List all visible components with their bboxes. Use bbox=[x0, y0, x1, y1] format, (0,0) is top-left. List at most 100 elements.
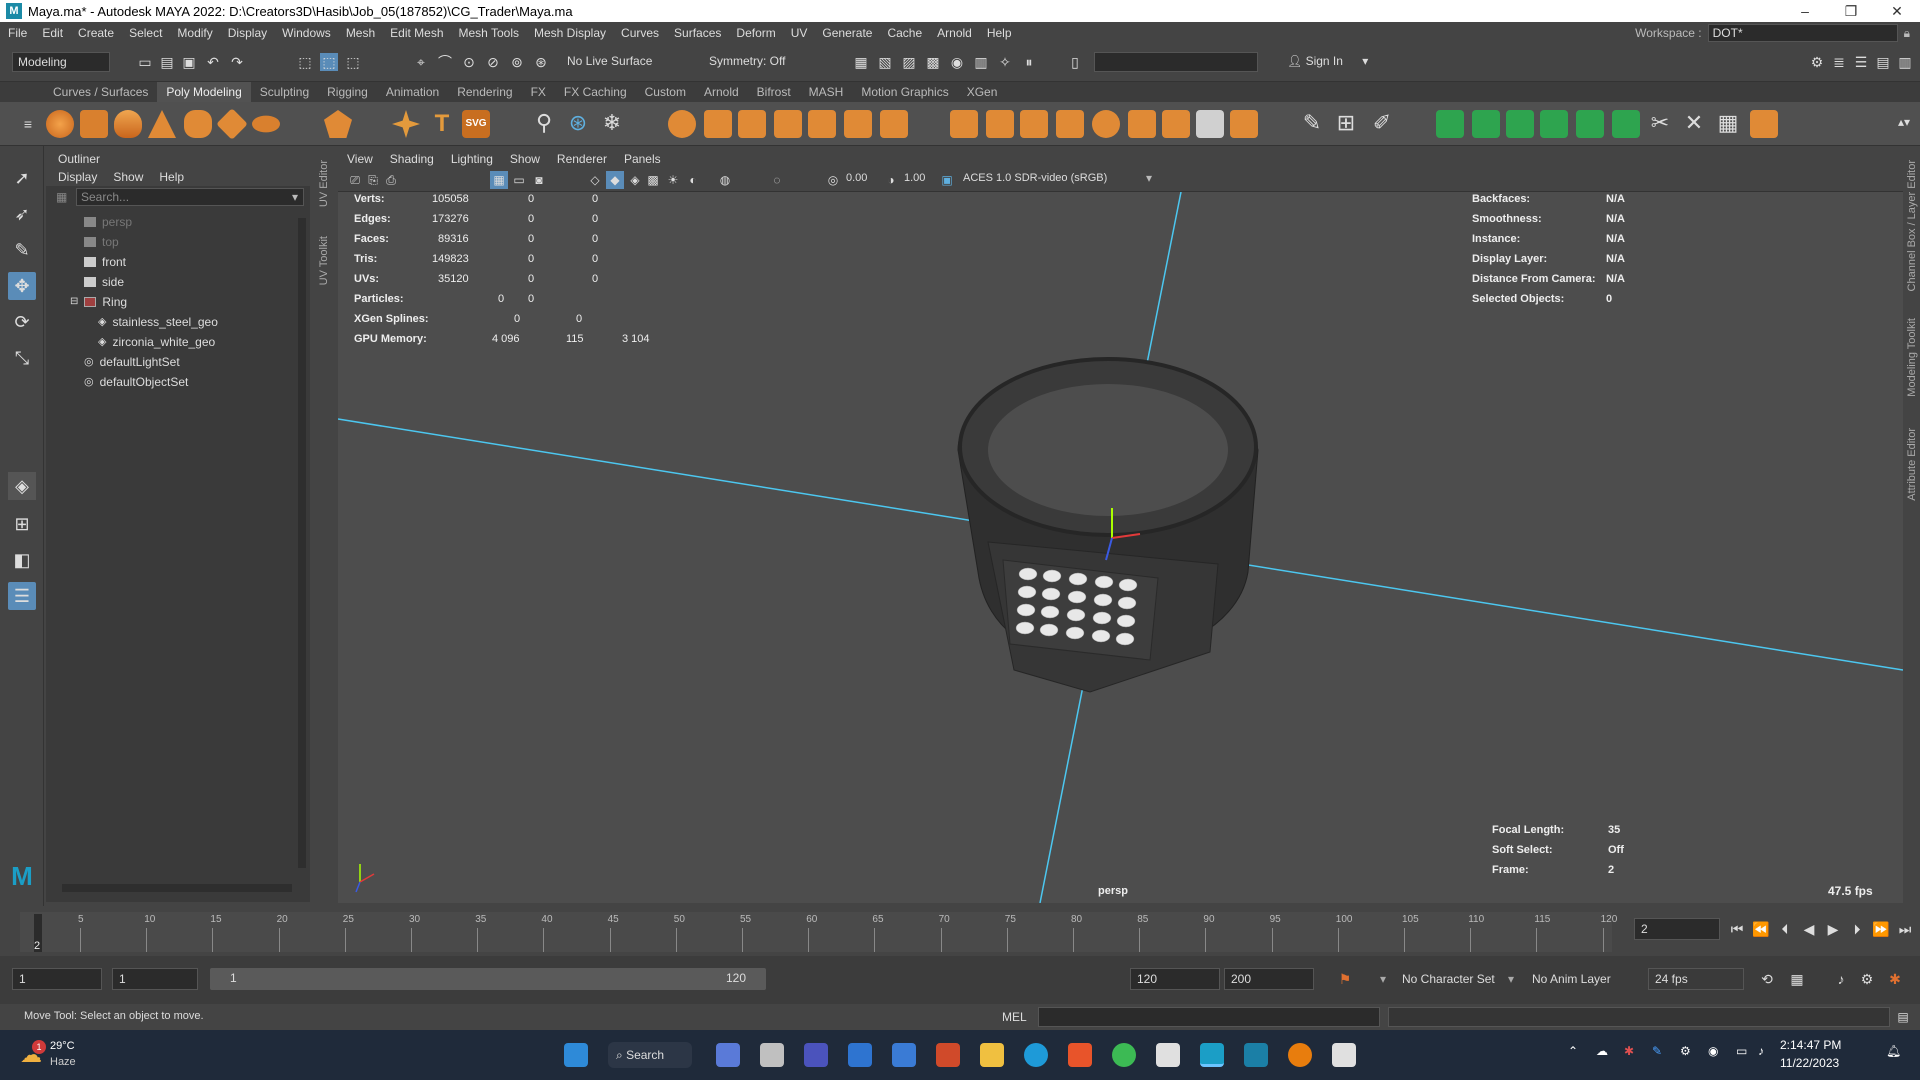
xray-icon[interactable]: ◌ bbox=[768, 171, 786, 189]
bevel-icon[interactable] bbox=[1020, 110, 1048, 138]
step-forward-frame-icon[interactable]: ⏵ bbox=[1848, 920, 1866, 938]
color-space-dropdown[interactable]: ACES 1.0 SDR-video (sRGB) bbox=[958, 170, 1158, 188]
maya-taskbar-icon[interactable] bbox=[1200, 1043, 1224, 1067]
single-view-icon[interactable]: ◈ bbox=[8, 472, 36, 500]
step-forward-key-icon[interactable]: ⏩ bbox=[1872, 920, 1890, 938]
multi-cut-icon[interactable]: ✎ bbox=[1298, 110, 1326, 138]
script-language-label[interactable]: MEL bbox=[1002, 1010, 1027, 1024]
outliner-item-front[interactable]: front bbox=[84, 252, 126, 272]
uv-layout-icon[interactable] bbox=[1750, 110, 1778, 138]
render-setup-icon[interactable]: ▥ bbox=[972, 53, 990, 71]
workspace-dropdown[interactable]: DOT* bbox=[1707, 24, 1898, 42]
zbrush-icon[interactable] bbox=[1156, 1043, 1180, 1067]
menu-arnold[interactable]: Arnold bbox=[937, 26, 972, 40]
layer-editor-icon[interactable]: ▥ bbox=[1896, 53, 1914, 71]
bookmark-icon[interactable]: ⎙ bbox=[382, 171, 400, 189]
weather-desc[interactable]: Haze bbox=[50, 1056, 76, 1068]
poly-cube-icon[interactable] bbox=[80, 110, 108, 138]
render-view-icon[interactable]: ▦ bbox=[852, 53, 870, 71]
extrude-icon[interactable] bbox=[950, 110, 978, 138]
snap-grid-icon[interactable]: ⌖ bbox=[412, 53, 430, 71]
attribute-editor-tab[interactable]: Attribute Editor bbox=[1906, 428, 1918, 501]
outliner-layout-icon[interactable]: ☰ bbox=[8, 582, 36, 610]
brave-icon[interactable] bbox=[1068, 1043, 1092, 1067]
cache-playback-icon[interactable]: ▦ bbox=[1788, 970, 1806, 988]
menu-file[interactable]: File bbox=[8, 26, 27, 40]
viewport-menu-shading[interactable]: Shading bbox=[390, 150, 434, 168]
modeling-toolkit-icon[interactable]: ⚙ bbox=[1808, 53, 1826, 71]
shelf-tab-curves-surfaces[interactable]: Curves / Surfaces bbox=[44, 82, 157, 102]
poly-disc-icon[interactable] bbox=[252, 115, 280, 133]
menu-cache[interactable]: Cache bbox=[887, 26, 922, 40]
chevron-down-icon[interactable]: ▾ bbox=[1146, 171, 1152, 185]
mirror-geometry-icon[interactable] bbox=[844, 110, 872, 138]
maximize-button[interactable]: ❐ bbox=[1828, 0, 1874, 22]
menu-display[interactable]: Display bbox=[228, 26, 267, 40]
symmetry-dropdown[interactable]: Symmetry: Off bbox=[704, 52, 802, 72]
task-view-icon[interactable] bbox=[760, 1043, 784, 1067]
light-editor-icon[interactable]: ✧ bbox=[996, 53, 1014, 71]
outliner-item-side[interactable]: side bbox=[84, 272, 124, 292]
select-object-icon[interactable]: ⬚ bbox=[320, 53, 338, 71]
paint-select-icon[interactable]: ✎ bbox=[8, 236, 36, 264]
smooth-icon[interactable] bbox=[774, 110, 802, 138]
unfold-icon[interactable] bbox=[1612, 110, 1640, 138]
outliner-menu-help[interactable]: Help bbox=[159, 168, 184, 186]
shelf-tab-sculpting[interactable]: Sculpting bbox=[251, 82, 318, 102]
sound-icon[interactable]: ♪ bbox=[1832, 970, 1850, 988]
script-editor-icon[interactable]: ▤ bbox=[1894, 1008, 1912, 1026]
character-set-chevron-icon[interactable]: ▾ bbox=[1380, 972, 1386, 986]
select-camera-icon[interactable]: ⎚ bbox=[346, 171, 364, 189]
menu-modify[interactable]: Modify bbox=[177, 26, 212, 40]
menu-deform[interactable]: Deform bbox=[736, 26, 775, 40]
isolate-select-icon[interactable]: ◍ bbox=[716, 171, 734, 189]
extract-icon[interactable] bbox=[738, 110, 766, 138]
snap-plane-icon[interactable]: ⊘ bbox=[484, 53, 502, 71]
playback-start-field[interactable]: 1 bbox=[112, 968, 198, 990]
store-icon[interactable] bbox=[892, 1043, 916, 1067]
go-to-end-icon[interactable]: ⏭ bbox=[1896, 920, 1914, 938]
shelf-tab-rigging[interactable]: Rigging bbox=[318, 82, 377, 102]
shelf-tab-poly-modeling[interactable]: Poly Modeling bbox=[157, 82, 251, 102]
edge-icon[interactable] bbox=[1024, 1043, 1048, 1067]
wireframe-icon[interactable]: ◇ bbox=[586, 171, 604, 189]
live-surface-field[interactable]: No Live Surface bbox=[562, 52, 662, 72]
collapse-icon[interactable] bbox=[1162, 110, 1190, 138]
outliner-menu-show[interactable]: Show bbox=[113, 168, 143, 186]
camera-attributes-icon[interactable]: ⎘ bbox=[364, 171, 382, 189]
minimize-button[interactable]: – bbox=[1782, 0, 1828, 22]
snap-surface-icon[interactable]: ⊚ bbox=[508, 53, 526, 71]
menu-help[interactable]: Help bbox=[987, 26, 1012, 40]
outliner-item-persp[interactable]: persp bbox=[84, 212, 132, 232]
office-icon[interactable] bbox=[936, 1043, 960, 1067]
mail-icon[interactable] bbox=[848, 1043, 872, 1067]
sign-in-dropdown[interactable]: 👤︎ Sign In ▾ bbox=[1282, 52, 1402, 72]
shelf-tab-mash[interactable]: MASH bbox=[800, 82, 853, 102]
shelf-tab-motion-graphics[interactable]: Motion Graphics bbox=[852, 82, 957, 102]
range-slider[interactable]: 1 120 bbox=[210, 968, 766, 990]
fill-hole-icon[interactable] bbox=[1092, 110, 1120, 138]
new-scene-icon[interactable]: ▭ bbox=[136, 53, 154, 71]
shelf-tab-fx-caching[interactable]: FX Caching bbox=[555, 82, 636, 102]
poly-cone-icon[interactable] bbox=[148, 110, 176, 138]
menu-generate[interactable]: Generate bbox=[822, 26, 872, 40]
spherical-uv-icon[interactable] bbox=[1506, 110, 1534, 138]
shelf-tab-arnold[interactable]: Arnold bbox=[695, 82, 748, 102]
save-scene-icon[interactable]: ▣ bbox=[180, 53, 198, 71]
mode-dropdown[interactable]: Modeling bbox=[12, 52, 110, 72]
four-view-icon[interactable]: ⊞ bbox=[8, 510, 36, 538]
rotate-tool-icon[interactable]: ⟳ bbox=[8, 308, 36, 336]
outliner-item-ring[interactable]: ⊟ Ring bbox=[70, 292, 127, 312]
outliner-search-input[interactable]: Search... bbox=[76, 188, 304, 206]
playback-end-field[interactable]: 120 bbox=[1130, 968, 1220, 990]
weather-temp[interactable]: 29°C bbox=[50, 1040, 75, 1052]
gamma-icon[interactable]: ◑ bbox=[882, 171, 900, 189]
combine-icon[interactable] bbox=[668, 110, 696, 138]
append-icon[interactable] bbox=[1056, 110, 1084, 138]
snap-curve-icon[interactable]: ⌒ bbox=[436, 53, 454, 71]
film-gate-icon[interactable]: ▭ bbox=[510, 171, 528, 189]
time-slider[interactable]: 2 5 10 15 20 25 30 35 40 45 50 55 60 65 70 75 80 85 90 95 1… bbox=[0, 906, 1920, 956]
outliner-item-default-light-set[interactable]: ◎ defaultLightSet bbox=[84, 352, 180, 372]
current-frame-field[interactable]: 2 bbox=[1634, 918, 1720, 940]
menu-edit[interactable]: Edit bbox=[42, 26, 63, 40]
